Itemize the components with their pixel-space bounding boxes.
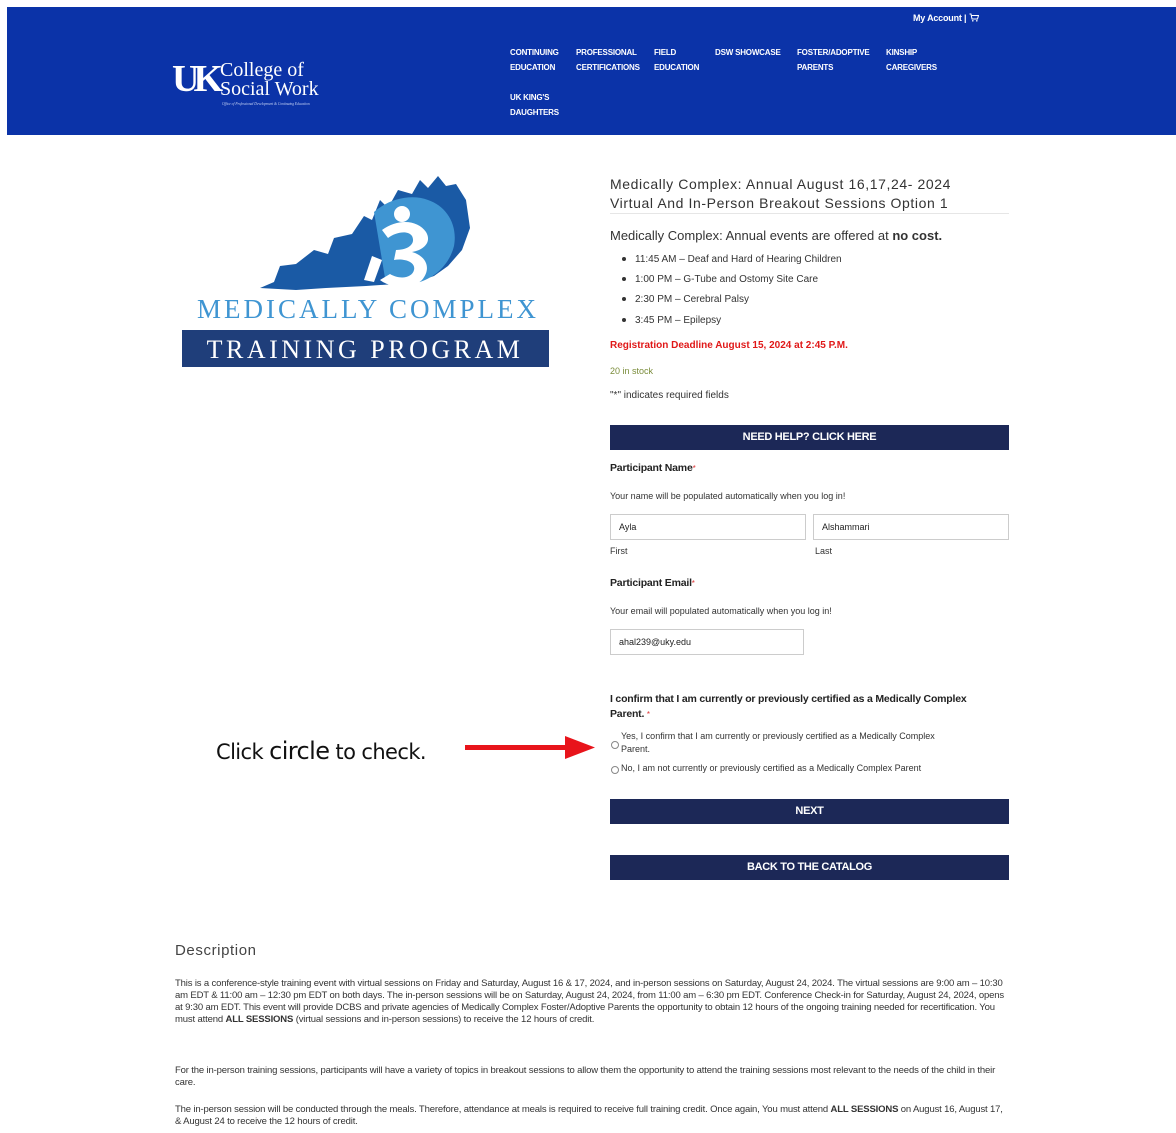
p3-text-a: The in-person session will be conducted … <box>175 1104 831 1115</box>
email-label-text: Participant Email <box>610 577 692 589</box>
required-fields-note: "*" indicates required fields <box>610 390 729 401</box>
email-input[interactable] <box>610 629 804 655</box>
required-marker: * <box>646 710 650 719</box>
session-item: 11:45 AM – Deaf and Hard of Hearing Chil… <box>622 254 842 265</box>
confirm-label-text: I confirm that I am currently or previou… <box>610 693 967 720</box>
product-title: Medically Complex: Annual August 16,17,2… <box>610 175 1010 213</box>
my-account-link[interactable]: My Account | <box>913 13 979 23</box>
description-paragraph-3: The in-person session will be conducted … <box>175 1104 1005 1128</box>
description-heading: Description <box>175 942 257 959</box>
nav-label-line1: FIELD <box>654 48 677 57</box>
nav-label-line1: KINSHIP <box>886 48 918 57</box>
stock-status: 20 in stock <box>610 366 654 376</box>
intro-bold: no cost. <box>892 228 943 243</box>
instruction-callout: Click circle to check. <box>216 737 427 765</box>
callout-pre: Click <box>216 740 270 764</box>
nav-label-line2: CAREGIVERS <box>886 63 937 72</box>
uk-logo-mark[interactable]: UK <box>172 59 223 101</box>
callout-emphasis: circle <box>269 737 330 765</box>
bullet-icon <box>622 318 626 323</box>
p3-bold: ALL SESSIONS <box>830 1104 899 1115</box>
participant-name-label: Participant Name* <box>610 462 696 474</box>
description-paragraph-2: For the in-person training sessions, par… <box>175 1065 996 1088</box>
last-name-input[interactable] <box>813 514 1009 540</box>
product-title-line2: Virtual And In-Person Breakout Sessions … <box>610 195 949 211</box>
required-marker: * <box>692 464 696 473</box>
participant-email-label: Participant Email* <box>610 577 695 589</box>
session-text: 3:45 PM – Epilepsy <box>635 315 722 326</box>
name-label-text: Participant Name <box>610 462 693 474</box>
session-item: 2:30 PM – Cerebral Palsy <box>622 294 749 305</box>
nav-label-line2: PARENTS <box>797 63 834 72</box>
participant-name-description: Your name will be populated automaticall… <box>610 491 846 501</box>
nav-field-education[interactable]: FIELD EDUCATION <box>654 45 699 75</box>
session-text: 2:30 PM – Cerebral Palsy <box>635 294 749 305</box>
bullet-icon <box>622 297 626 302</box>
certification-confirm-label: I confirm that I am currently or previou… <box>610 692 1000 722</box>
nav-dsw-showcase[interactable]: DSW SHOWCASE <box>715 45 781 60</box>
first-name-input[interactable] <box>610 514 806 540</box>
logo-subtitle: Office of Professional Development & Con… <box>222 102 310 106</box>
nav-professional-certifications[interactable]: PROFESSIONAL CERTIFICATIONS <box>576 45 640 75</box>
logo-line-training-program: TRAINING PROGRAM <box>207 335 524 364</box>
nav-label-line1: FOSTER/ADOPTIVE <box>797 48 870 57</box>
bullet-icon <box>622 257 626 262</box>
kentucky-map-icon: MEDICALLY COMPLEX TRAINING PROGRAM <box>182 176 549 367</box>
radio-no-label[interactable]: No, I am not currently or previously cer… <box>621 762 921 775</box>
red-arrow-icon <box>465 736 595 759</box>
next-button[interactable]: NEXT <box>610 799 1009 824</box>
logo-line-medically-complex: MEDICALLY COMPLEX <box>197 294 539 324</box>
radio-yes-label[interactable]: Yes, I confirm that I am currently or pr… <box>621 730 1001 756</box>
product-intro: Medically Complex: Annual events are off… <box>610 228 942 243</box>
p1-text-b: (virtual sessions and in-person sessions… <box>293 1014 595 1025</box>
nav-label-line2: DAUGHTERS <box>510 108 559 117</box>
program-logo: MEDICALLY COMPLEX TRAINING PROGRAM <box>176 170 560 370</box>
intro-text: Medically Complex: Annual events are off… <box>610 228 893 243</box>
nav-label-line1: UK KING'S <box>510 93 550 102</box>
nav-label-line1: PROFESSIONAL <box>576 48 637 57</box>
session-text: 1:00 PM – G-Tube and Ostomy Site Care <box>635 274 819 285</box>
cart-icon[interactable] <box>969 13 979 22</box>
need-help-button[interactable]: NEED HELP? CLICK HERE <box>610 425 1009 450</box>
title-divider <box>610 213 1009 214</box>
nav-uk-kings-daughters[interactable]: UK KING'S DAUGHTERS <box>510 90 559 120</box>
product-title-line1: Medically Complex: Annual August 16,17,2… <box>610 176 952 192</box>
radio-yes-certified[interactable] <box>611 741 619 749</box>
nav-continuing-education[interactable]: CONTINUING EDUCATION <box>510 45 559 75</box>
nav-label-line1: DSW SHOWCASE <box>715 48 781 57</box>
nav-label-line1: CONTINUING <box>510 48 559 57</box>
nav-foster-adoptive-parents[interactable]: FOSTER/ADOPTIVE PARENTS <box>797 45 870 75</box>
callout-post: to check. <box>329 740 426 764</box>
nav-label-line2: CERTIFICATIONS <box>576 63 640 72</box>
radio-yes-line2: Parent. <box>621 744 651 754</box>
last-name-sublabel: Last <box>815 546 833 556</box>
session-item: 1:00 PM – G-Tube and Ostomy Site Care <box>622 274 818 285</box>
registration-deadline: Registration Deadline August 15, 2024 at… <box>610 340 848 351</box>
session-text: 11:45 AM – Deaf and Hard of Hearing Chil… <box>635 254 842 265</box>
logo-line-2: Social Work <box>220 78 319 100</box>
logo-wordmark[interactable]: College of Social Work <box>220 60 319 100</box>
nav-label-line2: EDUCATION <box>510 63 556 72</box>
radio-no-certified[interactable] <box>611 766 619 774</box>
first-name-sublabel: First <box>610 546 628 556</box>
nav-label-line2: EDUCATION <box>654 63 700 72</box>
radio-yes-line1: Yes, I confirm that I am currently or pr… <box>621 731 935 741</box>
required-marker: * <box>691 579 695 588</box>
back-to-catalog-button[interactable]: BACK TO THE CATALOG <box>610 855 1009 880</box>
bullet-icon <box>622 277 626 282</box>
my-account-label[interactable]: My Account | <box>913 13 966 23</box>
description-paragraph-1: This is a conference-style training even… <box>175 978 1005 1026</box>
p1-bold: ALL SESSIONS <box>225 1014 294 1025</box>
nav-kinship-caregivers[interactable]: KINSHIP CAREGIVERS <box>886 45 937 75</box>
participant-email-description: Your email will populated automatically … <box>610 606 832 616</box>
session-item: 3:45 PM – Epilepsy <box>622 315 721 326</box>
